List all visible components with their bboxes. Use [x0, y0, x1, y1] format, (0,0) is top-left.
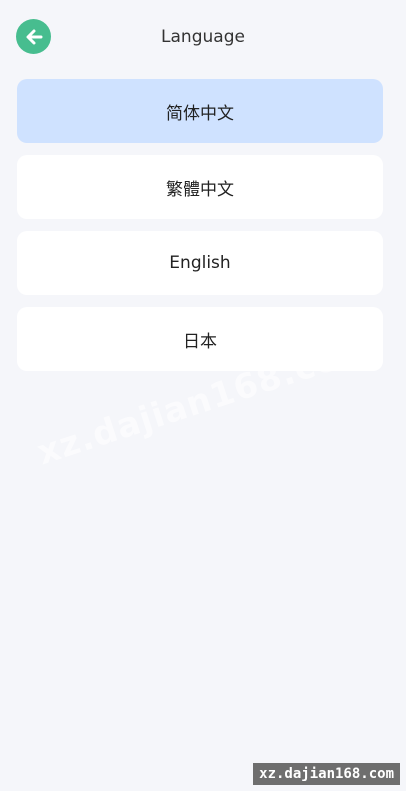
- language-list: 简体中文 繁體中文 English 日本: [17, 79, 383, 383]
- language-label: 简体中文: [166, 103, 234, 124]
- language-label: 繁體中文: [166, 179, 234, 200]
- language-label: 日本: [183, 331, 217, 352]
- page-title: Language: [161, 27, 245, 47]
- language-option-traditional-chinese[interactable]: 繁體中文: [17, 155, 383, 219]
- header-bar: Language: [0, 0, 406, 74]
- language-option-simplified-chinese[interactable]: 简体中文: [17, 79, 383, 143]
- language-label: English: [169, 253, 231, 273]
- language-option-japanese[interactable]: 日本: [17, 307, 383, 371]
- watermark-badge: xz.dajian168.com: [253, 763, 400, 785]
- language-option-english[interactable]: English: [17, 231, 383, 295]
